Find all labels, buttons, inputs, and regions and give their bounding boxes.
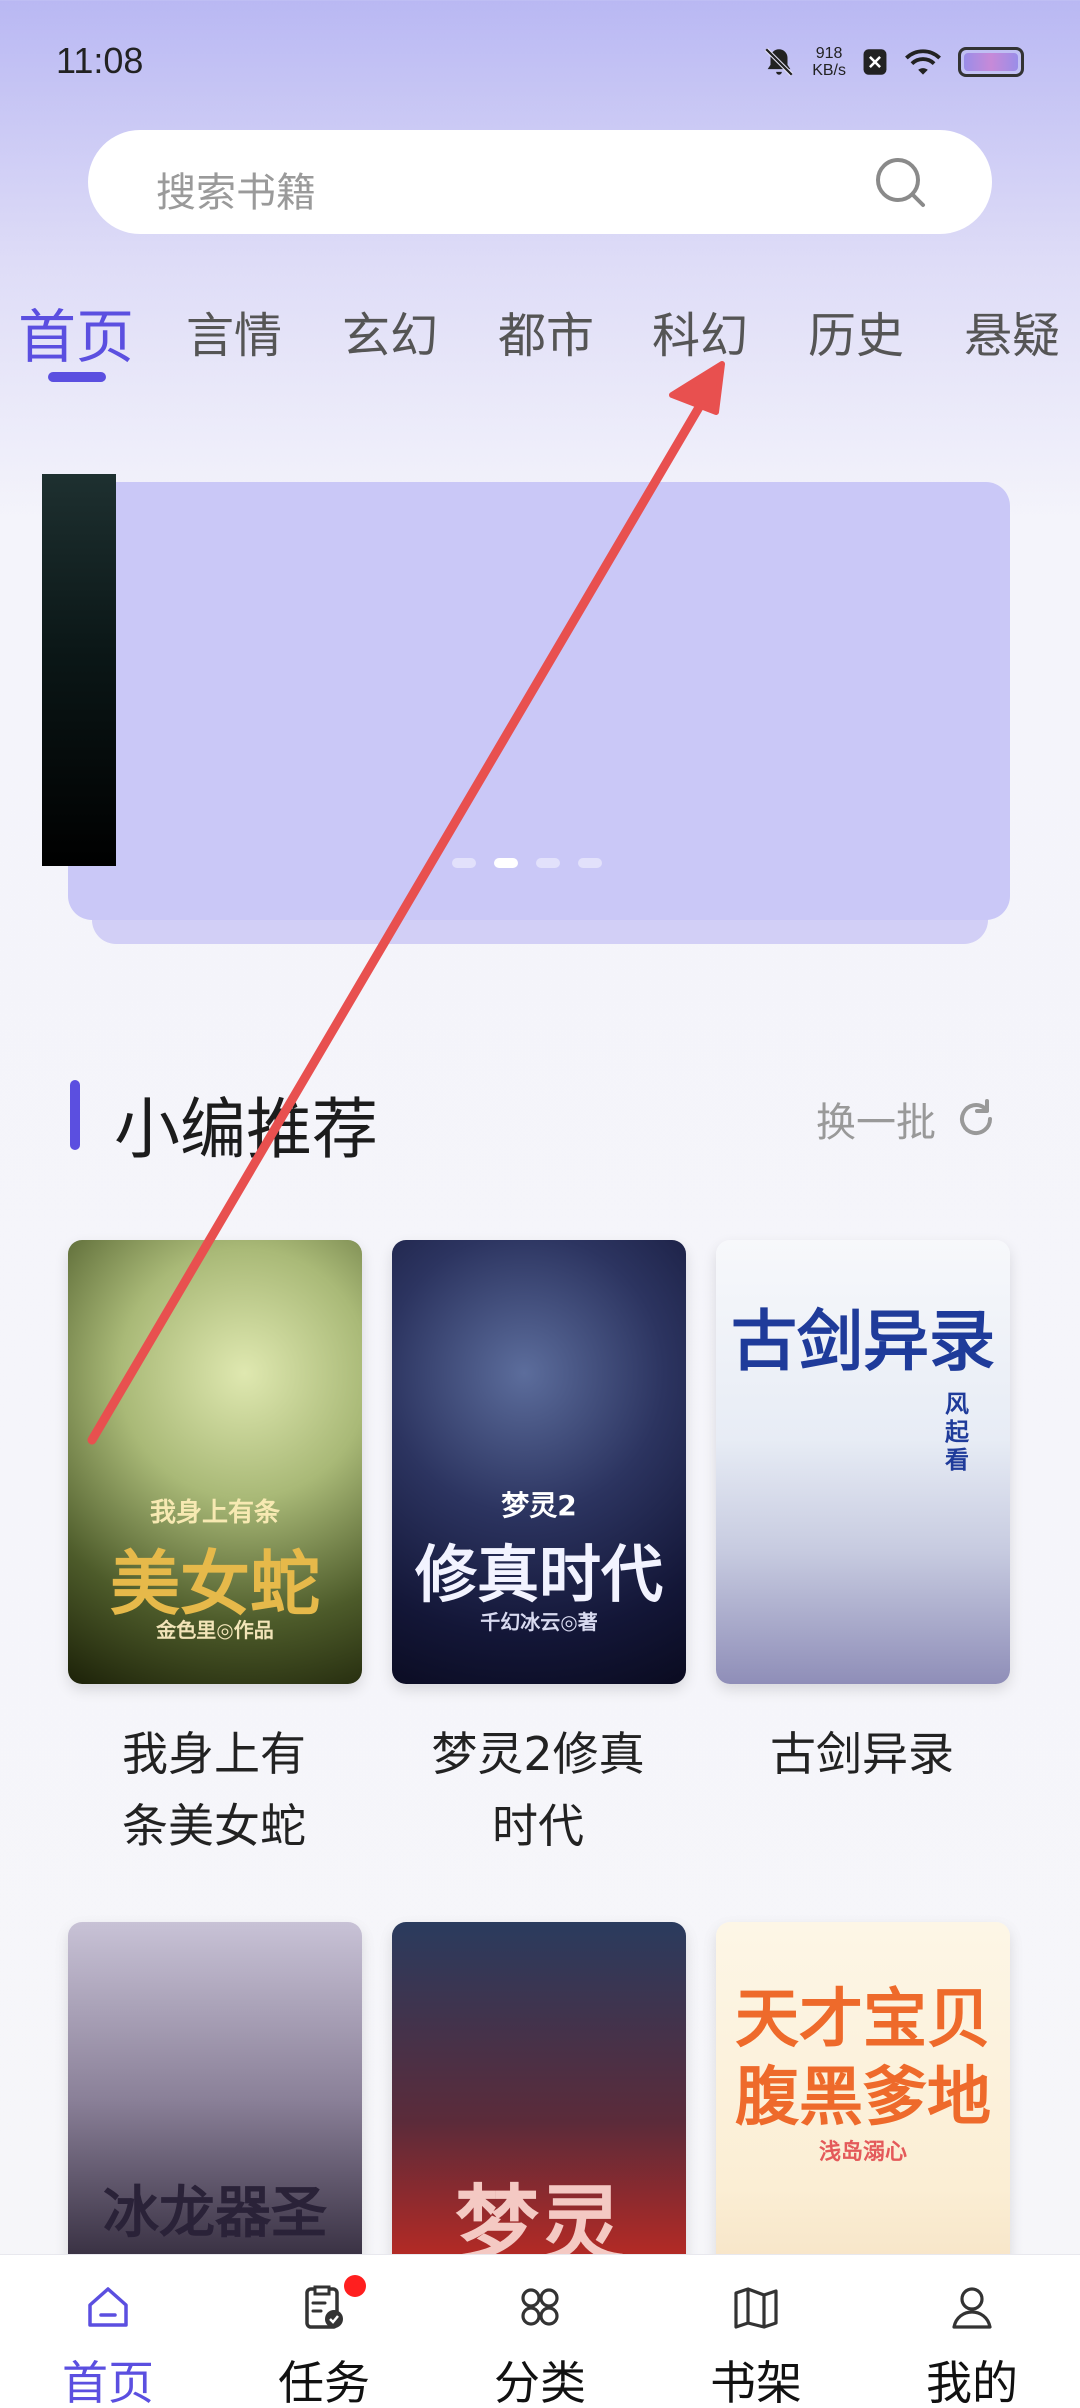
- tab-urban[interactable]: 都市: [498, 296, 594, 366]
- search-icon[interactable]: [872, 154, 928, 210]
- banner-carousel[interactable]: [68, 482, 1010, 920]
- bottom-nav: 首页 任务 分类 书架 我的: [0, 2254, 1080, 2408]
- refresh-label: 换一批: [816, 1100, 936, 1146]
- nav-category[interactable]: 分类: [432, 2255, 648, 2408]
- app-notification-icon: [863, 49, 887, 75]
- nav-tasks[interactable]: 任务: [216, 2255, 432, 2408]
- tab-fantasy[interactable]: 玄幻: [342, 296, 438, 366]
- category-tabs: 首页 言情 玄幻 都市 科幻 历史 悬疑: [0, 290, 1080, 390]
- banner-pagination: [452, 858, 602, 868]
- section-accent-bar: [70, 1080, 80, 1150]
- banner-dot-active: [494, 858, 518, 868]
- tab-history[interactable]: 历史: [808, 296, 904, 366]
- refresh-icon: [960, 1099, 992, 1135]
- profile-icon: [952, 2287, 992, 2329]
- mute-bell-icon: [764, 47, 794, 77]
- status-icons: 918 KB/s: [762, 40, 1024, 84]
- book-title[interactable]: 梦灵2修真 时代: [388, 1718, 688, 1862]
- tab-home[interactable]: 首页: [18, 290, 134, 374]
- book-title[interactable]: 我身上有 条美女蛇: [64, 1718, 364, 1862]
- search-placeholder: 搜索书籍: [156, 170, 316, 216]
- nav-profile[interactable]: 我的: [864, 2255, 1080, 2408]
- book-title[interactable]: 古剑异录: [712, 1718, 1012, 1790]
- bookshelf-icon: [734, 2287, 778, 2329]
- category-grid-icon: [521, 2288, 559, 2326]
- section-title: 小编推荐: [114, 1091, 378, 1168]
- wifi-icon: [905, 49, 941, 75]
- book-cover[interactable]: 梦灵2 修真时代 千幻冰云◎著: [392, 1240, 686, 1684]
- home-icon: [88, 2287, 128, 2327]
- nav-label: 任务: [278, 2356, 370, 2408]
- nav-label: 首页: [62, 2356, 154, 2408]
- book-cover[interactable]: 我身上有条 美女蛇 金色里◎作品: [68, 1240, 362, 1684]
- search-input[interactable]: 搜索书籍: [88, 130, 992, 234]
- nav-home[interactable]: 首页: [0, 2255, 216, 2408]
- book-cover[interactable]: 古剑异录 风起看: [716, 1240, 1010, 1684]
- tab-scifi[interactable]: 科幻: [652, 296, 748, 366]
- banner-dot: [452, 858, 476, 868]
- nav-label: 我的: [926, 2356, 1018, 2408]
- tab-romance[interactable]: 言情: [186, 296, 282, 366]
- task-clipboard-icon: [305, 2285, 343, 2329]
- refresh-button[interactable]: 换一批: [816, 1090, 998, 1148]
- nav-label: 分类: [494, 2356, 586, 2408]
- active-tab-indicator: [48, 372, 106, 382]
- network-speed: 918 KB/s: [812, 45, 846, 79]
- battery-icon: [958, 47, 1024, 77]
- nav-bookshelf[interactable]: 书架: [648, 2255, 864, 2408]
- notification-badge: [344, 2275, 366, 2297]
- nav-label: 书架: [710, 2356, 802, 2408]
- tab-mystery[interactable]: 悬疑: [964, 296, 1060, 366]
- banner-dot: [578, 858, 602, 868]
- status-bar: 11:08 918 KB/s: [0, 0, 1080, 120]
- banner-dot: [536, 858, 560, 868]
- status-time: 11:08: [56, 40, 144, 81]
- banner-image: [42, 474, 116, 866]
